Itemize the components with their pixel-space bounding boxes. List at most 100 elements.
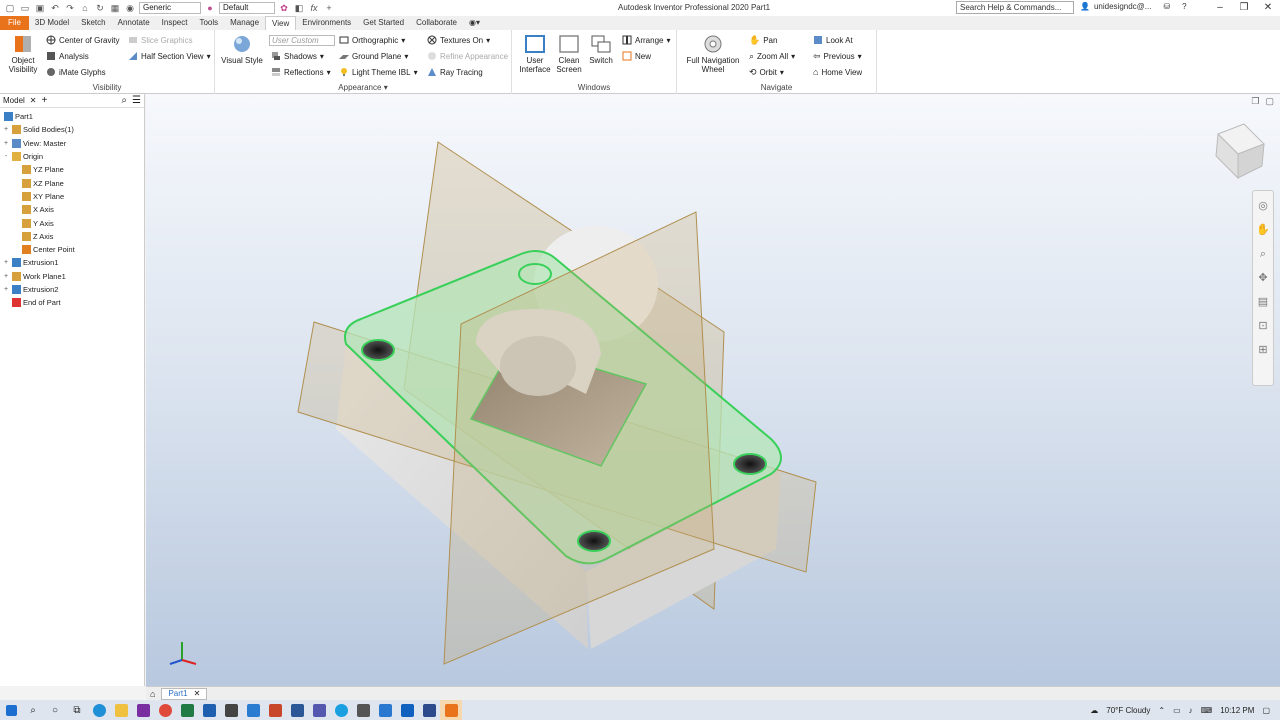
tree-node[interactable]: Center Point	[0, 243, 144, 256]
user-account[interactable]: 👤 unidesigndc@... ⛁ ?	[1080, 2, 1187, 11]
expand-icon[interactable]: +	[3, 286, 9, 293]
mail-icon[interactable]	[374, 700, 396, 720]
open-icon[interactable]: ▭	[19, 2, 31, 14]
color-override-icon[interactable]: ✿	[278, 2, 290, 14]
tree-node[interactable]: Z Axis	[0, 230, 144, 243]
close-icon[interactable]: ✕	[1256, 0, 1280, 16]
explorer-icon[interactable]	[242, 700, 264, 720]
fx-icon[interactable]: fx	[308, 2, 320, 14]
hole-left[interactable]	[361, 339, 395, 361]
zoom-icon[interactable]: ⌕	[1256, 247, 1270, 261]
switch-button[interactable]: Switch	[586, 34, 616, 65]
cart-icon[interactable]: ⛁	[1163, 2, 1170, 11]
file-explorer-icon[interactable]	[110, 700, 132, 720]
style-select[interactable]: Default	[219, 2, 275, 14]
ray-tracing-button[interactable]: Ray Tracing	[427, 66, 483, 78]
tab-view[interactable]: View	[265, 16, 297, 30]
maximize-icon[interactable]: ▢	[1265, 96, 1274, 107]
zoom-all-button[interactable]: ⌕ Zoom All ▾	[749, 50, 795, 62]
previous-view-button[interactable]: ⇦ Previous ▾	[813, 50, 862, 62]
steering-wheel-icon[interactable]: ◎	[1256, 199, 1270, 213]
tab-sketch[interactable]: Sketch	[75, 16, 111, 30]
customize-icon[interactable]: +	[323, 2, 335, 14]
save-icon[interactable]: ▣	[34, 2, 46, 14]
inventor-icon[interactable]	[440, 700, 462, 720]
tab-get-started[interactable]: Get Started	[357, 16, 410, 30]
close-icon[interactable]: ✕	[30, 96, 37, 105]
pan-button[interactable]: ✋ Pan	[749, 34, 777, 46]
tree-node[interactable]: XY Plane	[0, 190, 144, 203]
home-view-button[interactable]: ⌂ Home View	[813, 66, 862, 78]
tree-node[interactable]: - Origin	[0, 150, 144, 163]
appearance-select[interactable]: Generic	[139, 2, 201, 14]
zoom-selected-icon[interactable]: ⊞	[1256, 343, 1270, 357]
update-icon[interactable]: ↻	[94, 2, 106, 14]
onenote-icon[interactable]	[132, 700, 154, 720]
skype-icon[interactable]	[330, 700, 352, 720]
teams-icon[interactable]	[308, 700, 330, 720]
powerpoint-icon[interactable]	[264, 700, 286, 720]
tab-inspect[interactable]: Inspect	[156, 16, 194, 30]
tree-node[interactable]: Y Axis	[0, 216, 144, 229]
graphics-viewport[interactable]: ❐ ▢ ◎ ✋ ⌕ ✥ ▤ ⊡ ⊞	[146, 94, 1280, 686]
close-icon[interactable]: ✕	[194, 689, 201, 699]
ribbon-options-icon[interactable]: ◉▾	[463, 16, 486, 30]
light-theme-select[interactable]: Light Theme IBL ▾	[339, 66, 418, 78]
tab-annotate[interactable]: Annotate	[112, 16, 156, 30]
reflections-button[interactable]: Reflections ▾	[271, 66, 331, 78]
tree-node[interactable]: + View: Master	[0, 137, 144, 150]
tree-node[interactable]: + Solid Bodies(1)	[0, 123, 144, 136]
help-icon[interactable]: ?	[1182, 2, 1186, 11]
search-icon[interactable]: ⌕	[121, 95, 127, 106]
hole-front[interactable]	[577, 530, 611, 552]
clean-screen-button[interactable]: Clean Screen	[554, 34, 584, 74]
home-icon[interactable]: ⌂	[79, 2, 91, 14]
imate-glyphs-button[interactable]: iMate Glyphs	[46, 66, 106, 78]
volume-icon[interactable]: ♪	[1189, 706, 1193, 715]
edge-icon[interactable]	[88, 700, 110, 720]
tree-node[interactable]: YZ Plane	[0, 163, 144, 176]
tab-3d-model[interactable]: 3D Model	[29, 16, 75, 30]
expand-icon[interactable]: +	[3, 273, 9, 280]
user-interface-button[interactable]: User Interface	[518, 34, 552, 74]
tree-node[interactable]: Part1	[0, 110, 144, 123]
word-icon[interactable]	[286, 700, 308, 720]
tab-file[interactable]: File	[0, 16, 29, 30]
slice-graphics-button[interactable]: Slice Graphics	[128, 34, 193, 46]
security-icon[interactable]	[220, 700, 242, 720]
tree-node[interactable]: XZ Plane	[0, 176, 144, 189]
task-view-icon[interactable]: ⧉	[66, 700, 88, 720]
undo-icon[interactable]: ↶	[49, 2, 61, 14]
document-tab-part1[interactable]: Part1 ✕	[161, 687, 208, 700]
tab-environments[interactable]: Environments	[296, 16, 357, 30]
clock-time[interactable]: 10:12 PM	[1220, 706, 1254, 715]
tree-node[interactable]: End of Part	[0, 296, 144, 309]
restore-icon[interactable]: ❐	[1251, 96, 1259, 107]
minimize-icon[interactable]: –	[1208, 0, 1232, 16]
part-model-view[interactable]	[146, 94, 1280, 686]
menu-icon[interactable]: ☰	[132, 95, 144, 106]
user-custom-select[interactable]: User Custom	[269, 35, 335, 46]
tab-manage[interactable]: Manage	[224, 16, 265, 30]
browser-tab-model[interactable]: Model	[3, 96, 25, 105]
select-icon[interactable]: ▦	[109, 2, 121, 14]
object-visibility-button[interactable]: Object Visibility	[6, 34, 40, 74]
zoom-window-icon[interactable]: ⊡	[1256, 319, 1270, 333]
tree-node[interactable]: + Extrusion2	[0, 283, 144, 296]
language-icon[interactable]: ⌨	[1201, 706, 1213, 715]
notifications-icon[interactable]: ▢	[1262, 706, 1270, 715]
new-window-button[interactable]: New	[622, 50, 651, 62]
visual-style-button[interactable]: Visual Style	[219, 34, 265, 65]
arrange-button[interactable]: Arrange ▾	[622, 34, 670, 46]
teamviewer-icon[interactable]	[396, 700, 418, 720]
analysis-button[interactable]: Analysis	[46, 50, 89, 62]
home-icon[interactable]: ⌂	[150, 689, 155, 699]
redo-icon[interactable]: ↷	[64, 2, 76, 14]
outlook-icon[interactable]	[198, 700, 220, 720]
tree-node[interactable]: + Work Plane1	[0, 270, 144, 283]
center-of-gravity-button[interactable]: Center of Gravity	[46, 34, 119, 46]
pan-hand-icon[interactable]: ✋	[1256, 223, 1270, 237]
chrome-icon[interactable]	[154, 700, 176, 720]
expand-icon[interactable]: +	[3, 259, 9, 266]
textures-on-button[interactable]: Textures On ▾	[427, 34, 490, 46]
